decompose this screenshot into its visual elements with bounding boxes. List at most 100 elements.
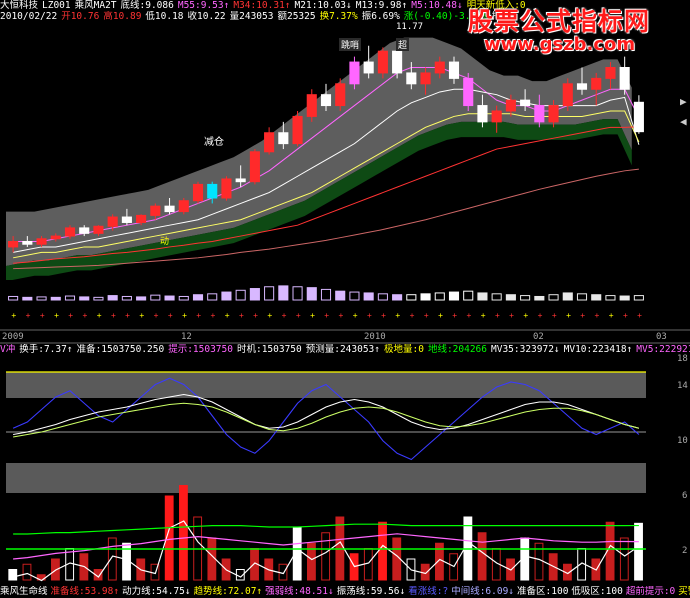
histogram-bar bbox=[51, 558, 60, 581]
volume-marker: + bbox=[125, 311, 130, 320]
volume-bar bbox=[377, 293, 388, 301]
timeline-label-03: 03 bbox=[656, 332, 667, 342]
candle-body bbox=[150, 205, 161, 216]
volume-bar bbox=[264, 286, 275, 301]
candle-body bbox=[79, 227, 90, 234]
volume-bar bbox=[548, 294, 559, 301]
annotation-high-price: 11.77 bbox=[396, 22, 424, 32]
volume-bar bbox=[534, 295, 545, 301]
volume-bar bbox=[591, 294, 602, 301]
indicator-value: 准备区:100 bbox=[517, 586, 569, 597]
volume-bar bbox=[107, 295, 118, 301]
candle-body bbox=[377, 50, 388, 74]
volume-bar bbox=[491, 293, 502, 301]
volume-marker: + bbox=[424, 311, 429, 320]
candle-body bbox=[36, 238, 47, 245]
volume-marker: + bbox=[211, 311, 216, 320]
candle-body bbox=[292, 115, 303, 145]
indicator-value: 趋势线:72.07↑ bbox=[193, 586, 263, 597]
candle-body bbox=[249, 151, 260, 183]
volume-marker: + bbox=[339, 311, 344, 320]
volume-marker: + bbox=[11, 311, 16, 320]
indicator-value: 地线:204266 bbox=[427, 344, 487, 355]
watermark-title: 股票公式指标网 bbox=[468, 7, 651, 36]
volume-bar bbox=[633, 295, 644, 301]
volume-marker: + bbox=[40, 311, 45, 320]
volume-bar bbox=[292, 286, 303, 301]
volume-marker: + bbox=[253, 311, 258, 320]
volume-bar bbox=[36, 296, 47, 301]
candle-body bbox=[335, 83, 346, 107]
volume-marker: + bbox=[381, 311, 386, 320]
stock-code: LZ001 bbox=[42, 0, 71, 11]
indicator-value: 强弱线:48.51↓ bbox=[265, 586, 334, 597]
volume-panel-bg bbox=[0, 280, 690, 324]
volume-marker: + bbox=[83, 311, 88, 320]
volume-bar bbox=[207, 293, 218, 301]
volume-bar bbox=[434, 292, 445, 301]
volume-marker: + bbox=[310, 311, 315, 320]
indicator-value: 振6.69% bbox=[361, 11, 400, 22]
candle-body bbox=[264, 132, 275, 153]
watermark-url: www.gszb.com bbox=[484, 34, 636, 55]
annotation-chao: 超 bbox=[396, 38, 410, 51]
volume-marker: + bbox=[552, 311, 557, 320]
indicator-value: 量243053 bbox=[229, 11, 274, 22]
indicator-value: M13:9.98↑ bbox=[355, 0, 408, 11]
volume-bar bbox=[562, 292, 573, 301]
volume-bar bbox=[505, 294, 516, 301]
indicator-value: 看涨线:? bbox=[408, 586, 449, 597]
volume-marker: + bbox=[68, 311, 73, 320]
volume-bar bbox=[121, 295, 132, 301]
annotation-jiancang: 减仓 bbox=[204, 137, 224, 148]
histogram-bar bbox=[634, 522, 643, 581]
candle-body bbox=[178, 200, 189, 213]
timeline-label-12: 12 bbox=[181, 332, 192, 342]
volume-bar bbox=[235, 289, 246, 301]
candle-body bbox=[463, 77, 474, 107]
candle-body bbox=[562, 83, 573, 107]
annotation-tiaoshao: 跳哨 bbox=[339, 38, 362, 51]
indicator-value: 中间线:6.09↓ bbox=[451, 586, 515, 597]
volume-bar bbox=[278, 285, 289, 301]
indicator-value: 高10.89 bbox=[103, 11, 142, 22]
stock-name: 大恒科技 bbox=[0, 0, 39, 11]
volume-bar bbox=[448, 291, 460, 301]
candle-body bbox=[420, 72, 431, 85]
indicator-value: 低10.18 bbox=[145, 11, 184, 22]
candle-body bbox=[392, 50, 403, 74]
indicator-value: 准备线:53.98↑ bbox=[50, 586, 120, 597]
volume-marker: + bbox=[26, 311, 31, 320]
volume-marker: + bbox=[324, 311, 329, 320]
oscillator-header: V冲 换手:7.37↑ 准备:1503750.250 提示:1503750 时机:150… bbox=[0, 344, 690, 355]
volume-marker: + bbox=[609, 311, 614, 320]
indicator-value: 预测量:243053↑ bbox=[305, 344, 380, 355]
volume-marker: + bbox=[495, 311, 500, 320]
indicator-value: 极地量:0 bbox=[384, 344, 424, 355]
volume-bar bbox=[136, 296, 147, 301]
volume-marker: + bbox=[168, 311, 173, 320]
volume-marker: + bbox=[595, 311, 600, 320]
volume-marker: + bbox=[580, 311, 585, 320]
volume-marker: + bbox=[452, 311, 457, 320]
volume-bar bbox=[349, 291, 360, 301]
indicator-value: 换7.37% bbox=[319, 11, 358, 22]
indicator-value: V冲 bbox=[0, 344, 16, 355]
indicator-value: 低吸区:100 bbox=[571, 586, 623, 597]
volume-marker: + bbox=[438, 311, 443, 320]
candle-body bbox=[349, 61, 360, 85]
candle-body bbox=[505, 99, 516, 112]
indicator-value: M5:10.48↓ bbox=[411, 0, 463, 11]
indicator-value: 额25325 bbox=[277, 11, 316, 22]
volume-bar bbox=[22, 296, 33, 301]
candle-body bbox=[491, 110, 502, 123]
volume-marker: + bbox=[97, 311, 102, 320]
candle-body bbox=[320, 94, 332, 107]
scroll-left-arrow-icon[interactable]: ◀ bbox=[680, 115, 687, 128]
stock-chart-canvas[interactable]: + + + + + + + + + + + + + + + + + + + + + + + + + + + + + + + + + + + + + + + +… bbox=[0, 0, 690, 598]
candle-body bbox=[64, 227, 76, 237]
scroll-right-arrow-icon[interactable]: ▶ bbox=[680, 95, 687, 108]
indicator-value: 底线:9.086 bbox=[120, 0, 174, 11]
volume-bar bbox=[221, 291, 232, 301]
candle-body bbox=[633, 101, 644, 133]
